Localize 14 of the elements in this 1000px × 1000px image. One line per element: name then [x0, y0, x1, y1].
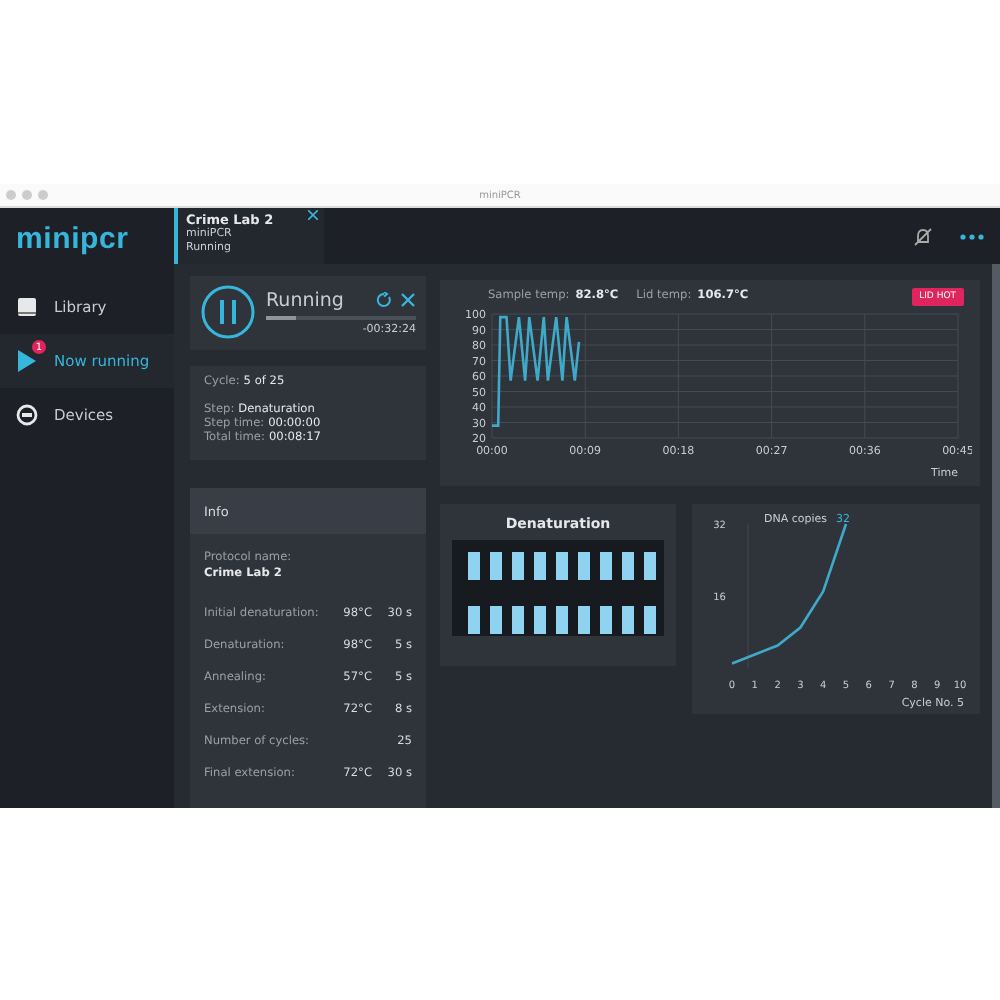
run-state: Running: [266, 289, 346, 312]
scrollbar[interactable]: [992, 264, 1000, 808]
app-logo: minipcr: [14, 220, 129, 260]
close-icon[interactable]: [308, 210, 318, 220]
pause-button[interactable]: [200, 284, 256, 341]
temperature-line: [491, 315, 581, 427]
more-icon[interactable]: [960, 233, 984, 239]
restart-icon[interactable]: [376, 292, 392, 309]
book-icon: [16, 296, 38, 318]
play-icon: [16, 350, 38, 372]
copies-line: [731, 523, 848, 665]
notifications-off-icon[interactable]: [914, 227, 932, 245]
device-icon: [16, 404, 38, 426]
close-icon[interactable]: [400, 292, 416, 309]
